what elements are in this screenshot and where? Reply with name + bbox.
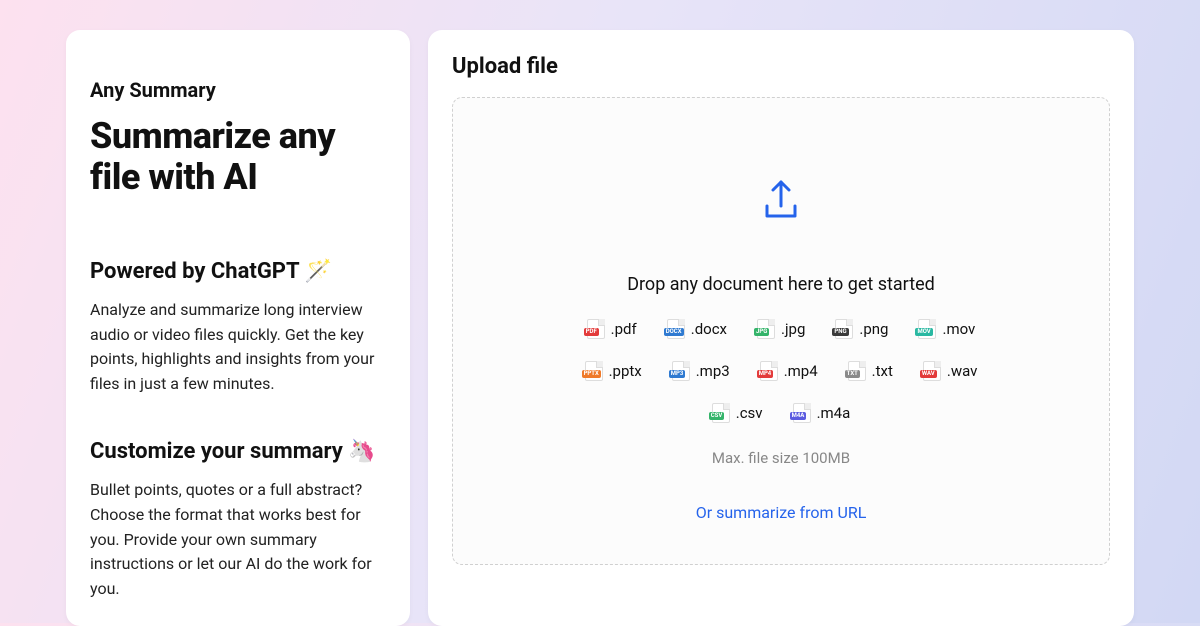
file-dropzone[interactable]: Drop any document here to get started PD…: [452, 97, 1110, 565]
format-label: .png: [859, 320, 888, 338]
format-item: CSV .csv: [712, 403, 763, 423]
format-item: PDF .pdf: [587, 319, 637, 339]
format-item: MP4 .mp4: [760, 361, 818, 381]
format-item: PPTX .pptx: [585, 361, 642, 381]
format-label: .docx: [691, 320, 727, 338]
file-type-icon: DOCX: [667, 319, 685, 339]
format-item: MP3 .mp3: [672, 361, 730, 381]
file-type-icon: PPTX: [585, 361, 603, 381]
format-label: .csv: [736, 404, 763, 422]
format-item: TXT .txt: [848, 361, 893, 381]
format-item: PNG .png: [835, 319, 888, 339]
format-label: .mp4: [784, 362, 818, 380]
upload-title: Upload file: [452, 54, 1110, 79]
format-item: DOCX .docx: [667, 319, 727, 339]
section-customize-title: Customize your summary 🦄: [90, 439, 386, 464]
upload-panel: Upload file Drop any document here to ge…: [428, 30, 1134, 626]
file-type-icon: WAV: [923, 361, 941, 381]
section-powered-title: Powered by ChatGPT 🪄: [90, 259, 386, 284]
upload-icon: [759, 176, 803, 220]
file-type-icon: MP4: [760, 361, 778, 381]
format-label: .pptx: [609, 362, 642, 380]
section-powered-body: Analyze and summarize long interview aud…: [90, 298, 386, 397]
format-label: .mov: [942, 320, 975, 338]
format-label: .wav: [947, 362, 978, 380]
format-label: .txt: [872, 362, 893, 380]
summarize-from-url-link[interactable]: Or summarize from URL: [696, 503, 867, 522]
format-label: .mp3: [696, 362, 730, 380]
format-item: WAV .wav: [923, 361, 978, 381]
info-panel: Any Summary Summarize any file with AI P…: [66, 30, 410, 626]
format-label: .pdf: [611, 320, 637, 338]
format-item: MOV .mov: [918, 319, 975, 339]
headline: Summarize any file with AI: [90, 116, 386, 199]
format-item: JPG .jpg: [757, 319, 805, 339]
format-label: .jpg: [781, 320, 805, 338]
format-label: .m4a: [817, 404, 851, 422]
brand-name: Any Summary: [90, 78, 386, 102]
format-item: M4A .m4a: [793, 403, 851, 423]
file-type-icon: MP3: [672, 361, 690, 381]
file-type-icon: MOV: [918, 319, 936, 339]
drop-message: Drop any document here to get started: [627, 274, 935, 295]
supported-formats: PDF .pdf DOCX .docx JPG .jpg PNG .png MOV .mov PPT…: [561, 319, 1001, 423]
file-type-icon: PDF: [587, 319, 605, 339]
file-type-icon: JPG: [757, 319, 775, 339]
section-customize-body: Bullet points, quotes or a full abstract…: [90, 478, 386, 602]
file-type-icon: M4A: [793, 403, 811, 423]
file-type-icon: PNG: [835, 319, 853, 339]
file-type-icon: TXT: [848, 361, 866, 381]
file-type-icon: CSV: [712, 403, 730, 423]
max-file-size: Max. file size 100MB: [712, 449, 850, 467]
